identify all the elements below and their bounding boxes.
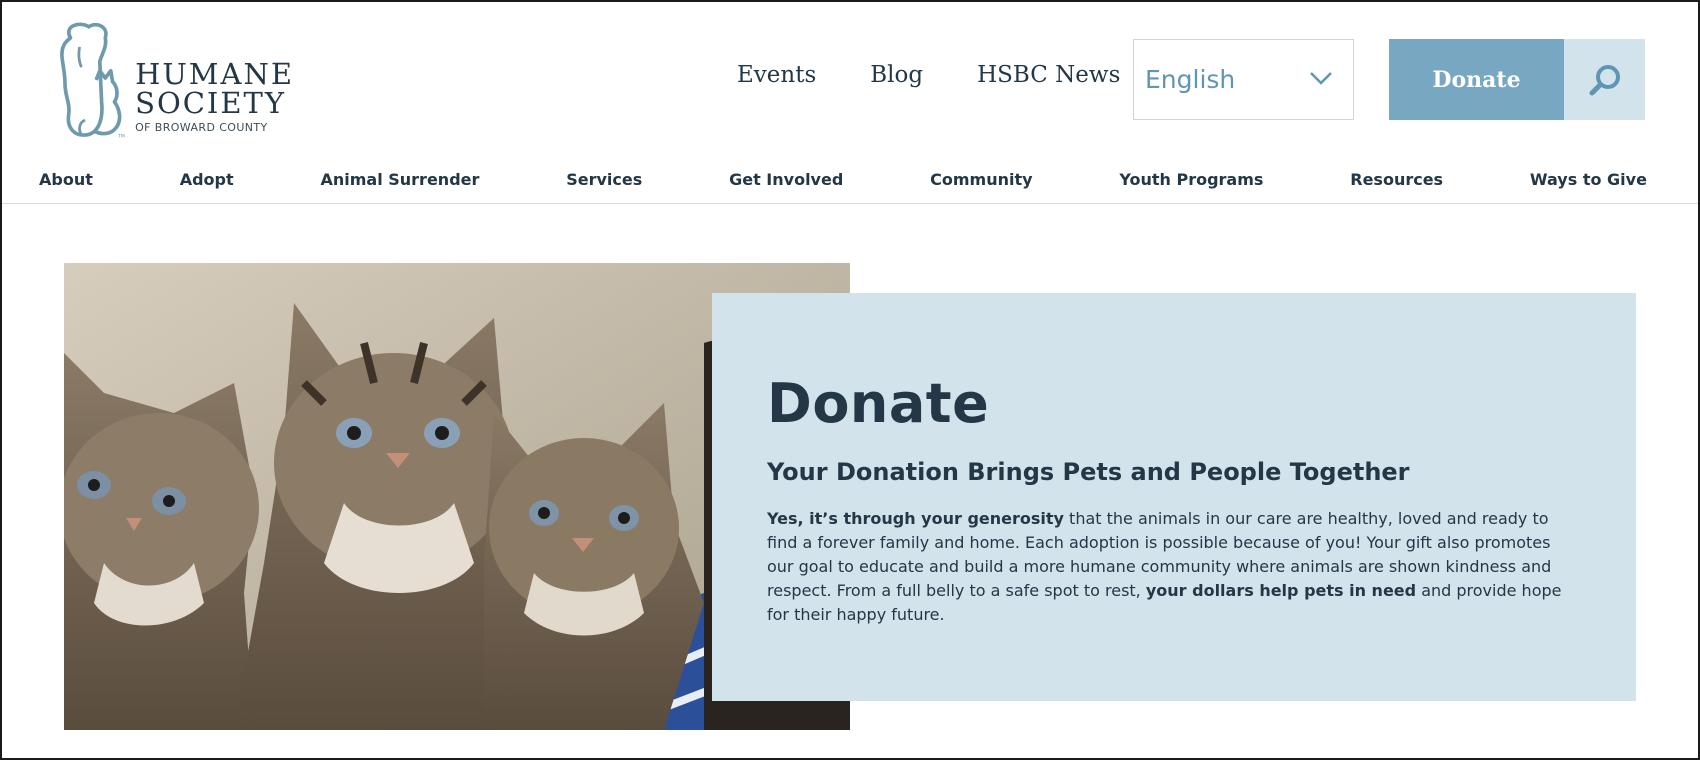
main-nav: About Adopt Animal Surrender Services Ge…	[39, 170, 1647, 189]
nav-item-about[interactable]: About	[39, 170, 93, 189]
blog-link[interactable]: Blog	[870, 62, 923, 88]
nav-divider	[2, 203, 1698, 204]
logo-tm: TM	[117, 134, 125, 140]
hero-subtitle: Your Donation Brings Pets and People Tog…	[767, 458, 1410, 486]
header-donate-button[interactable]: Donate	[1389, 39, 1564, 120]
page-title: Donate	[767, 372, 990, 435]
logo-wordmark: HUMANE SOCIETY OF BROWARD COUNTY	[135, 57, 294, 135]
nav-item-services[interactable]: Services	[566, 170, 642, 189]
nav-item-resources[interactable]: Resources	[1350, 170, 1443, 189]
hsbc-news-link[interactable]: HSBC News	[977, 62, 1120, 88]
search-button[interactable]	[1564, 39, 1645, 120]
nav-item-adopt[interactable]: Adopt	[180, 170, 234, 189]
language-selected-value: English	[1145, 65, 1236, 94]
nav-item-animal-surrender[interactable]: Animal Surrender	[320, 170, 479, 189]
events-link[interactable]: Events	[737, 62, 816, 88]
nav-item-community[interactable]: Community	[930, 170, 1032, 189]
nav-item-youth-programs[interactable]: Youth Programs	[1119, 170, 1263, 189]
nav-item-get-involved[interactable]: Get Involved	[729, 170, 843, 189]
hero-body-text: Yes, it’s through your generosity that t…	[767, 507, 1582, 627]
donate-hero-card: Donate Your Donation Brings Pets and Peo…	[712, 293, 1636, 701]
language-select[interactable]: English	[1133, 39, 1354, 120]
site-logo[interactable]: TM HUMANE SOCIETY OF BROWARD COUNTY	[54, 14, 294, 144]
logo-line-society: SOCIETY	[135, 86, 287, 120]
search-icon	[1589, 64, 1620, 95]
hero-body-emphasis-1: Yes, it’s through your generosity	[767, 509, 1064, 528]
utility-nav: Events Blog HSBC News	[737, 62, 1174, 88]
logo-line-county: OF BROWARD COUNTY	[135, 121, 268, 134]
logo-line-humane: HUMANE	[135, 57, 294, 91]
nav-item-ways-to-give[interactable]: Ways to Give	[1530, 170, 1647, 189]
dog-cat-logo-icon: TM	[60, 22, 125, 140]
chevron-down-icon	[1310, 72, 1332, 85]
hero-body-emphasis-2: your dollars help pets in need	[1145, 581, 1417, 600]
